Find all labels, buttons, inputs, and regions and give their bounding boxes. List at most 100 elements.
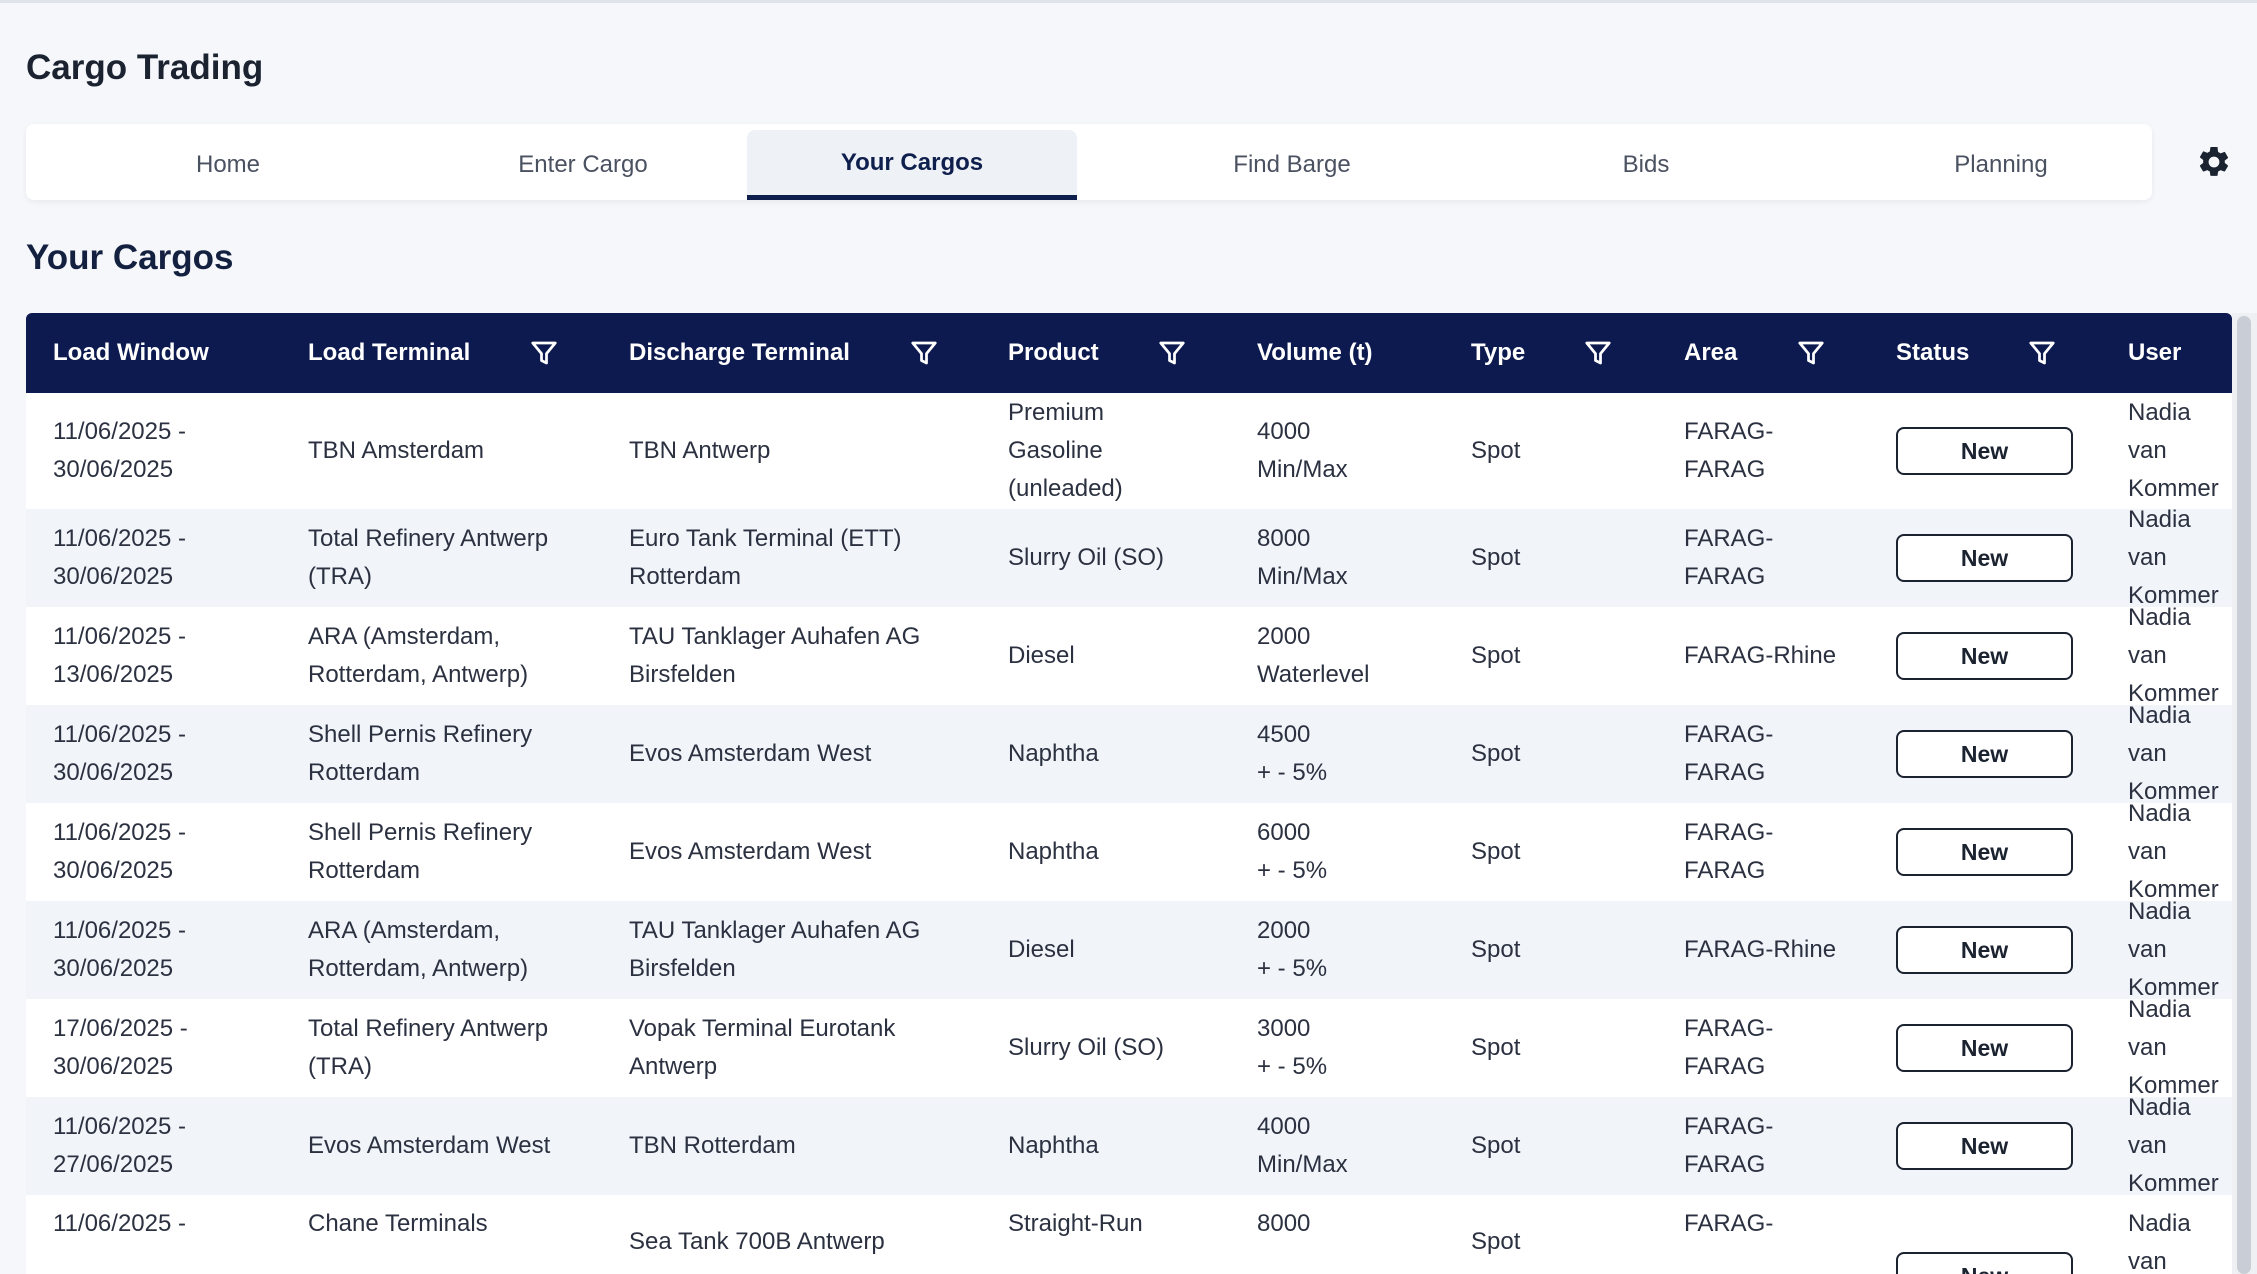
cell-load-window: 11/06/2025 - 30/06/2025 bbox=[53, 721, 186, 786]
cell-type: Spot bbox=[1471, 740, 1521, 767]
filter-icon[interactable] bbox=[1154, 335, 1190, 371]
cell-load-window: 11/06/2025 - 30/06/2025 bbox=[53, 418, 186, 483]
tab-home[interactable]: Home bbox=[63, 130, 393, 200]
column-header-user[interactable]: User bbox=[2128, 313, 2181, 393]
cell-volume: 4000 Min/Max bbox=[1257, 418, 1348, 483]
cell-user: Nadia van Kommer bbox=[2128, 1097, 2219, 1195]
cell-load-window: 11/06/2025 - 13/06/2025 bbox=[53, 623, 186, 688]
table-row[interactable]: 11/06/2025 - 30/06/2025 Total Refinery A… bbox=[26, 509, 2232, 607]
column-header-area[interactable]: Area bbox=[1684, 313, 1737, 393]
cell-load-terminal: Total Refinery Antwerp (TRA) bbox=[308, 1015, 549, 1080]
status-button[interactable]: New bbox=[1896, 632, 2073, 680]
cell-type: Spot bbox=[1471, 1132, 1521, 1159]
scrollbar-thumb[interactable] bbox=[2237, 316, 2251, 1274]
cell-load-terminal: Total Refinery Antwerp (TRA) bbox=[308, 525, 549, 590]
table-row[interactable]: 11/06/2025 - 30/06/2025 TBN Amsterdam TB… bbox=[26, 393, 2232, 509]
status-button[interactable]: New bbox=[1896, 1024, 2073, 1072]
cell-load-terminal: Evos Amsterdam West bbox=[308, 1132, 551, 1159]
cell-discharge-terminal: Evos Amsterdam West bbox=[629, 740, 872, 767]
status-button[interactable]: New bbox=[1896, 926, 2073, 974]
column-header-load-terminal[interactable]: Load Terminal bbox=[308, 313, 470, 393]
cell-product: Diesel bbox=[1008, 642, 1075, 669]
filter-icon[interactable] bbox=[1793, 335, 1829, 371]
cell-area: FARAG- FARAG bbox=[1684, 1015, 1774, 1080]
cell-discharge-terminal: Vopak Terminal Eurotank Antwerp bbox=[629, 1015, 896, 1080]
cell-area: FARAG- bbox=[1684, 1210, 1774, 1237]
table-row[interactable]: 11/06/2025 - 30/06/2025 Shell Pernis Ref… bbox=[26, 705, 2232, 803]
cell-load-window: 17/06/2025 - 30/06/2025 bbox=[53, 1015, 188, 1080]
status-button[interactable]: New bbox=[1896, 828, 2073, 876]
cell-user: Nadia van Kommer bbox=[2128, 509, 2219, 607]
cell-area: FARAG-Rhine bbox=[1684, 642, 1837, 669]
cargo-table: Load Window Load Terminal Discharge Term… bbox=[26, 313, 2232, 1274]
cell-user: Nadia van Kommer bbox=[2128, 999, 2219, 1097]
cell-load-terminal: ARA (Amsterdam, Rotterdam, Antwerp) bbox=[308, 917, 529, 982]
column-header-discharge-terminal[interactable]: Discharge Terminal bbox=[629, 313, 850, 393]
cell-volume: 3000 + - 5% bbox=[1257, 1015, 1328, 1080]
cell-area: FARAG- FARAG bbox=[1684, 1113, 1774, 1178]
table-row[interactable]: 11/06/2025 - Chane Terminals Sea Tank 70… bbox=[26, 1195, 2232, 1274]
tab-bar: Home Enter Cargo Your Cargos Find Barge … bbox=[26, 124, 2152, 200]
cell-product: Naphtha bbox=[1008, 838, 1099, 865]
filter-icon[interactable] bbox=[906, 335, 942, 371]
cell-area: FARAG-Rhine bbox=[1684, 936, 1837, 963]
cell-user: Nadia van Kommer bbox=[2128, 399, 2219, 502]
status-button[interactable]: New bbox=[1896, 730, 2073, 778]
status-button[interactable]: New bbox=[1896, 427, 2073, 475]
cell-load-window: 11/06/2025 - bbox=[53, 1210, 186, 1237]
table-row[interactable]: 11/06/2025 - 30/06/2025 Shell Pernis Ref… bbox=[26, 803, 2232, 901]
filter-icon[interactable] bbox=[1580, 335, 1616, 371]
tab-planning[interactable]: Planning bbox=[1836, 130, 2166, 200]
column-header-load-window[interactable]: Load Window bbox=[53, 313, 209, 393]
table-row[interactable]: 11/06/2025 - 27/06/2025 Evos Amsterdam W… bbox=[26, 1097, 2232, 1195]
cell-type: Spot bbox=[1471, 437, 1521, 464]
app-title: Cargo Trading bbox=[26, 48, 264, 87]
column-header-volume[interactable]: Volume (t) bbox=[1257, 313, 1373, 393]
status-button[interactable]: New bbox=[1896, 1252, 2073, 1274]
cell-load-terminal: TBN Amsterdam bbox=[308, 437, 485, 464]
page-title: Your Cargos bbox=[26, 238, 234, 277]
tab-find-barge[interactable]: Find Barge bbox=[1127, 130, 1457, 200]
cell-product: Straight-Run bbox=[1008, 1210, 1143, 1237]
table-row[interactable]: 11/06/2025 - 13/06/2025 ARA (Amsterdam, … bbox=[26, 607, 2232, 705]
status-button[interactable]: New bbox=[1896, 1122, 2073, 1170]
cell-type: Spot bbox=[1471, 1034, 1521, 1061]
top-border bbox=[0, 0, 2257, 3]
cell-load-window: 11/06/2025 - 30/06/2025 bbox=[53, 525, 186, 590]
cell-discharge-terminal: TBN Antwerp bbox=[629, 437, 771, 464]
table-row[interactable]: 11/06/2025 - 30/06/2025 ARA (Amsterdam, … bbox=[26, 901, 2232, 999]
cell-load-terminal: Shell Pernis Refinery Rotterdam bbox=[308, 721, 533, 786]
filter-icon[interactable] bbox=[2024, 335, 2060, 371]
cell-type: Spot bbox=[1471, 838, 1521, 865]
table-row[interactable]: 17/06/2025 - 30/06/2025 Total Refinery A… bbox=[26, 999, 2232, 1097]
cell-discharge-terminal: Evos Amsterdam West bbox=[629, 838, 872, 865]
filter-icon[interactable] bbox=[526, 335, 562, 371]
gear-icon[interactable] bbox=[2195, 143, 2233, 181]
cell-type: Spot bbox=[1471, 1228, 1521, 1255]
cell-user: Nadia van Kommer bbox=[2128, 901, 2219, 999]
cell-product: Slurry Oil (SO) bbox=[1008, 544, 1164, 571]
cell-user: Nadia van Kommer bbox=[2128, 803, 2219, 901]
cell-volume: 4500 + - 5% bbox=[1257, 721, 1328, 786]
column-header-type[interactable]: Type bbox=[1471, 313, 1525, 393]
cell-volume: 8000 bbox=[1257, 1210, 1311, 1237]
cell-user: Nadia van Kommer bbox=[2128, 705, 2219, 803]
status-button[interactable]: New bbox=[1896, 534, 2073, 582]
table-header: Load Window Load Terminal Discharge Term… bbox=[26, 313, 2232, 393]
cell-volume: 6000 + - 5% bbox=[1257, 819, 1328, 884]
cell-area: FARAG- FARAG bbox=[1684, 819, 1774, 884]
cell-user: Nadia van bbox=[2128, 1210, 2191, 1274]
tab-bids[interactable]: Bids bbox=[1481, 130, 1811, 200]
cell-product: Diesel bbox=[1008, 936, 1075, 963]
cell-volume: 8000 Min/Max bbox=[1257, 525, 1348, 590]
column-header-product[interactable]: Product bbox=[1008, 313, 1099, 393]
cell-discharge-terminal: TAU Tanklager Auhafen AG Birsfelden bbox=[629, 623, 921, 688]
cell-product: Naphtha bbox=[1008, 740, 1099, 767]
cell-load-terminal: Shell Pernis Refinery Rotterdam bbox=[308, 819, 533, 884]
tab-enter-cargo[interactable]: Enter Cargo bbox=[418, 130, 748, 200]
tab-your-cargos[interactable]: Your Cargos bbox=[747, 130, 1077, 200]
cell-discharge-terminal: Sea Tank 700B Antwerp bbox=[629, 1228, 885, 1255]
cell-discharge-terminal: TAU Tanklager Auhafen AG Birsfelden bbox=[629, 917, 921, 982]
column-header-status[interactable]: Status bbox=[1896, 313, 1969, 393]
cell-user: Nadia van Kommer bbox=[2128, 607, 2219, 705]
